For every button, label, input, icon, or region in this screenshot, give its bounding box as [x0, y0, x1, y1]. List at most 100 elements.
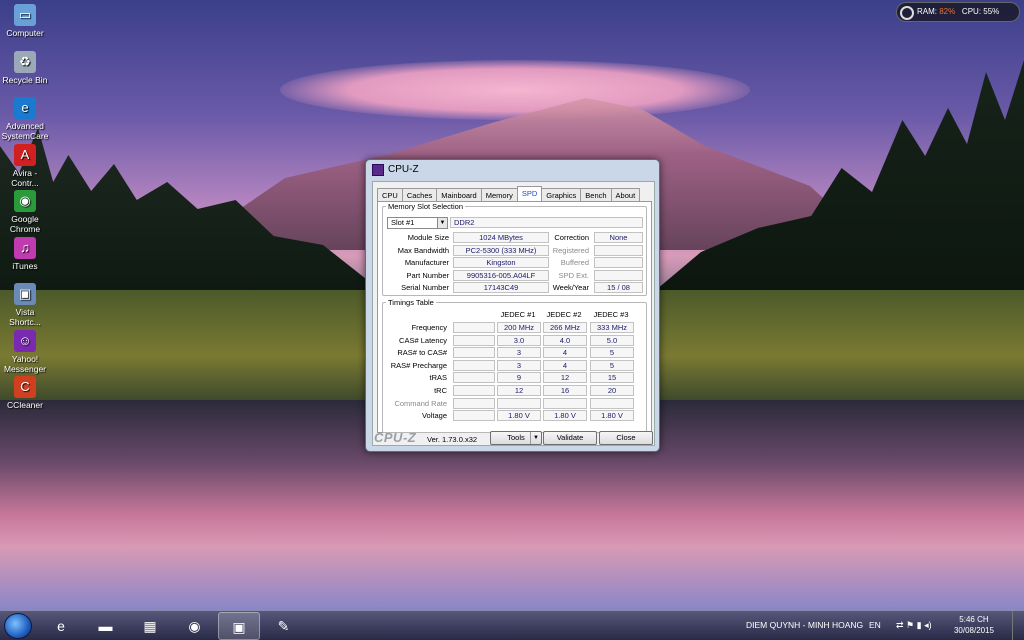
- slot-row-value: 17143C49: [453, 282, 549, 293]
- desktop-icon[interactable]: ☺ Yahoo! Messenger: [0, 329, 50, 374]
- desktop-icon-label: CCleaner: [7, 400, 43, 410]
- clock-date: 30/08/2015: [953, 626, 994, 635]
- tab-spd[interactable]: SPD: [516, 186, 543, 202]
- desktop-icon-label: Computer: [6, 28, 44, 38]
- timings-legend: Timings Table: [388, 298, 434, 307]
- tab-graphics[interactable]: Graphics: [541, 188, 582, 202]
- media-player-icon: ◉: [188, 618, 201, 634]
- tab-strip: CPU Caches Mainboard Memory SPD Graphics Bench…: [377, 186, 641, 202]
- taskbar-internet-explorer[interactable]: e: [40, 612, 82, 640]
- desktop-icon[interactable]: A Avira - Contr...: [0, 143, 50, 188]
- taskbar-paint[interactable]: ✎: [263, 612, 305, 640]
- timing-value: 3.0: [497, 334, 541, 346]
- memory-type-field: DDR2: [450, 217, 643, 228]
- tools-button[interactable]: Tools ▼: [490, 431, 542, 445]
- slot-row-right-label: Correction: [554, 233, 589, 242]
- spd-panel: Memory Slot Selection Slot #1 ▼ DDR2 Mod…: [377, 201, 652, 433]
- calculator-icon: ▦: [143, 618, 157, 634]
- timing-value: 4: [543, 347, 587, 359]
- desktop-icon-label: Advanced SystemCare: [1, 121, 49, 141]
- timing-value: 15: [590, 372, 634, 384]
- ie-icon: e: [57, 618, 65, 634]
- computer-icon: ▭: [14, 4, 36, 26]
- advanced-systemcare-icon: e: [14, 97, 36, 119]
- timing-value: 20: [590, 385, 634, 396]
- timing-row-label: Voltage: [421, 411, 447, 421]
- taskbar: e ▬ ▦ ◉ ▣ ✎ DIEM QUYNH - MINH HOANG EN ⇄ ⚑ ▮ …: [0, 610, 1024, 640]
- validate-button[interactable]: Validate: [543, 431, 597, 445]
- slot-row-label: Part Number: [406, 270, 449, 280]
- tab-caches[interactable]: Caches: [401, 188, 438, 202]
- taskbar-file-explorer[interactable]: ▬: [85, 612, 127, 640]
- timing-value: [497, 397, 541, 409]
- start-button[interactable]: [4, 613, 32, 639]
- slot-row-label: Manufacturer: [404, 258, 449, 267]
- slot-row-value: 9905316-005.A04LF: [453, 269, 549, 281]
- taskbar-calculator[interactable]: ▦: [129, 612, 171, 640]
- desktop-icon[interactable]: ▭ Computer: [0, 4, 50, 38]
- chevron-down-icon[interactable]: ▼: [437, 218, 447, 228]
- taskbar-windows-media[interactable]: ◉: [174, 612, 216, 640]
- tab-memory[interactable]: Memory: [480, 188, 518, 202]
- timing-blank-cell: [453, 322, 495, 333]
- window-title: CPU-Z: [388, 164, 419, 175]
- slot-row-right-value: [594, 244, 643, 256]
- window-client: CPU Caches Mainboard Memory SPD Graphics Bench…: [372, 181, 655, 446]
- cpuz-window: CPU-Z CPU Caches Mainboard Memory SPD Graphic…: [365, 159, 660, 452]
- timing-column-header: JEDEC #3: [593, 310, 629, 319]
- desktop-icon[interactable]: ◉ Google Chrome: [0, 190, 50, 234]
- folder-icon: ▬: [98, 618, 113, 634]
- slot-select[interactable]: Slot #1 ▼: [387, 217, 448, 229]
- slot-row-value: Kingston: [453, 257, 549, 268]
- timing-value: 12: [497, 385, 541, 396]
- timing-column-header: JEDEC #1: [500, 310, 536, 319]
- timing-value: 5: [590, 359, 634, 371]
- timing-value: 5: [590, 347, 634, 359]
- language-indicator[interactable]: EN: [869, 620, 881, 630]
- timing-value: 266 MHz: [543, 322, 587, 333]
- tab-mainboard[interactable]: Mainboard: [436, 188, 482, 202]
- timing-blank-cell: [453, 372, 495, 384]
- recycle-bin-icon: ♻: [14, 50, 36, 73]
- desktop-icon-label: Avira - Contr...: [11, 167, 39, 188]
- slot-row-label: Serial Number: [401, 283, 449, 292]
- desktop-icon[interactable]: ♻ Recycle Bin: [0, 50, 50, 85]
- desktop-icon[interactable]: e Advanced SystemCare: [0, 97, 50, 141]
- tab-cpu[interactable]: CPU: [377, 188, 403, 202]
- slot-row-value: PC2-5300 (333 MHz): [453, 244, 549, 256]
- tab-bench[interactable]: Bench: [580, 188, 612, 202]
- timing-blank-cell: [453, 410, 495, 422]
- show-desktop-button[interactable]: [1012, 611, 1024, 640]
- slot-row-label: Max Bandwidth: [397, 245, 449, 255]
- desktop-icon[interactable]: C CCleaner: [0, 376, 50, 410]
- ccleaner-icon: C: [14, 376, 36, 398]
- close-button[interactable]: Close: [599, 431, 653, 445]
- wallpaper-cloud: [280, 60, 750, 120]
- timing-row-label: tRAS: [429, 373, 447, 383]
- memory-slot-selection: Memory Slot Selection Slot #1 ▼ DDR2 Mod…: [382, 202, 647, 296]
- timing-row-label: RAS# Precharge: [390, 360, 447, 370]
- ram-label: RAM:: [917, 7, 937, 16]
- desktop-icon[interactable]: ♫ iTunes: [0, 236, 50, 271]
- title-bar[interactable]: CPU-Z: [366, 160, 659, 180]
- desktop-icon-label: Vista Shortc...: [9, 307, 41, 327]
- tray-icons[interactable]: ⇄ ⚑ ▮ ◂): [896, 620, 932, 631]
- taskbar-cpu-z[interactable]: ▣: [218, 612, 260, 640]
- chevron-down-icon[interactable]: ▼: [530, 432, 541, 444]
- vista-shortcut-icon: ▣: [14, 283, 36, 305]
- gauge-icon: [900, 6, 914, 20]
- timing-row-label: tRC: [434, 386, 447, 395]
- timing-value: 12: [543, 372, 587, 384]
- timing-value: 1.80 V: [543, 410, 587, 422]
- timing-value: 200 MHz: [497, 322, 541, 333]
- resource-monitor-widget[interactable]: RAM: 82% CPU: 55%: [896, 2, 1020, 22]
- desktop-icon-label: iTunes: [12, 260, 38, 271]
- slot-row-right-label: Week/Year: [552, 283, 589, 292]
- clock[interactable]: 5:46 CH 30/08/2015: [954, 614, 994, 636]
- tab-about[interactable]: About: [610, 188, 641, 202]
- desktop-icon[interactable]: ▣ Vista Shortc...: [0, 283, 50, 327]
- timing-value: 3: [497, 359, 541, 371]
- timing-row-label: CAS# Latency: [399, 335, 447, 345]
- slot-select-value: Slot #1: [391, 218, 415, 227]
- now-playing-text: DIEM QUYNH - MINH HOANG: [746, 620, 864, 630]
